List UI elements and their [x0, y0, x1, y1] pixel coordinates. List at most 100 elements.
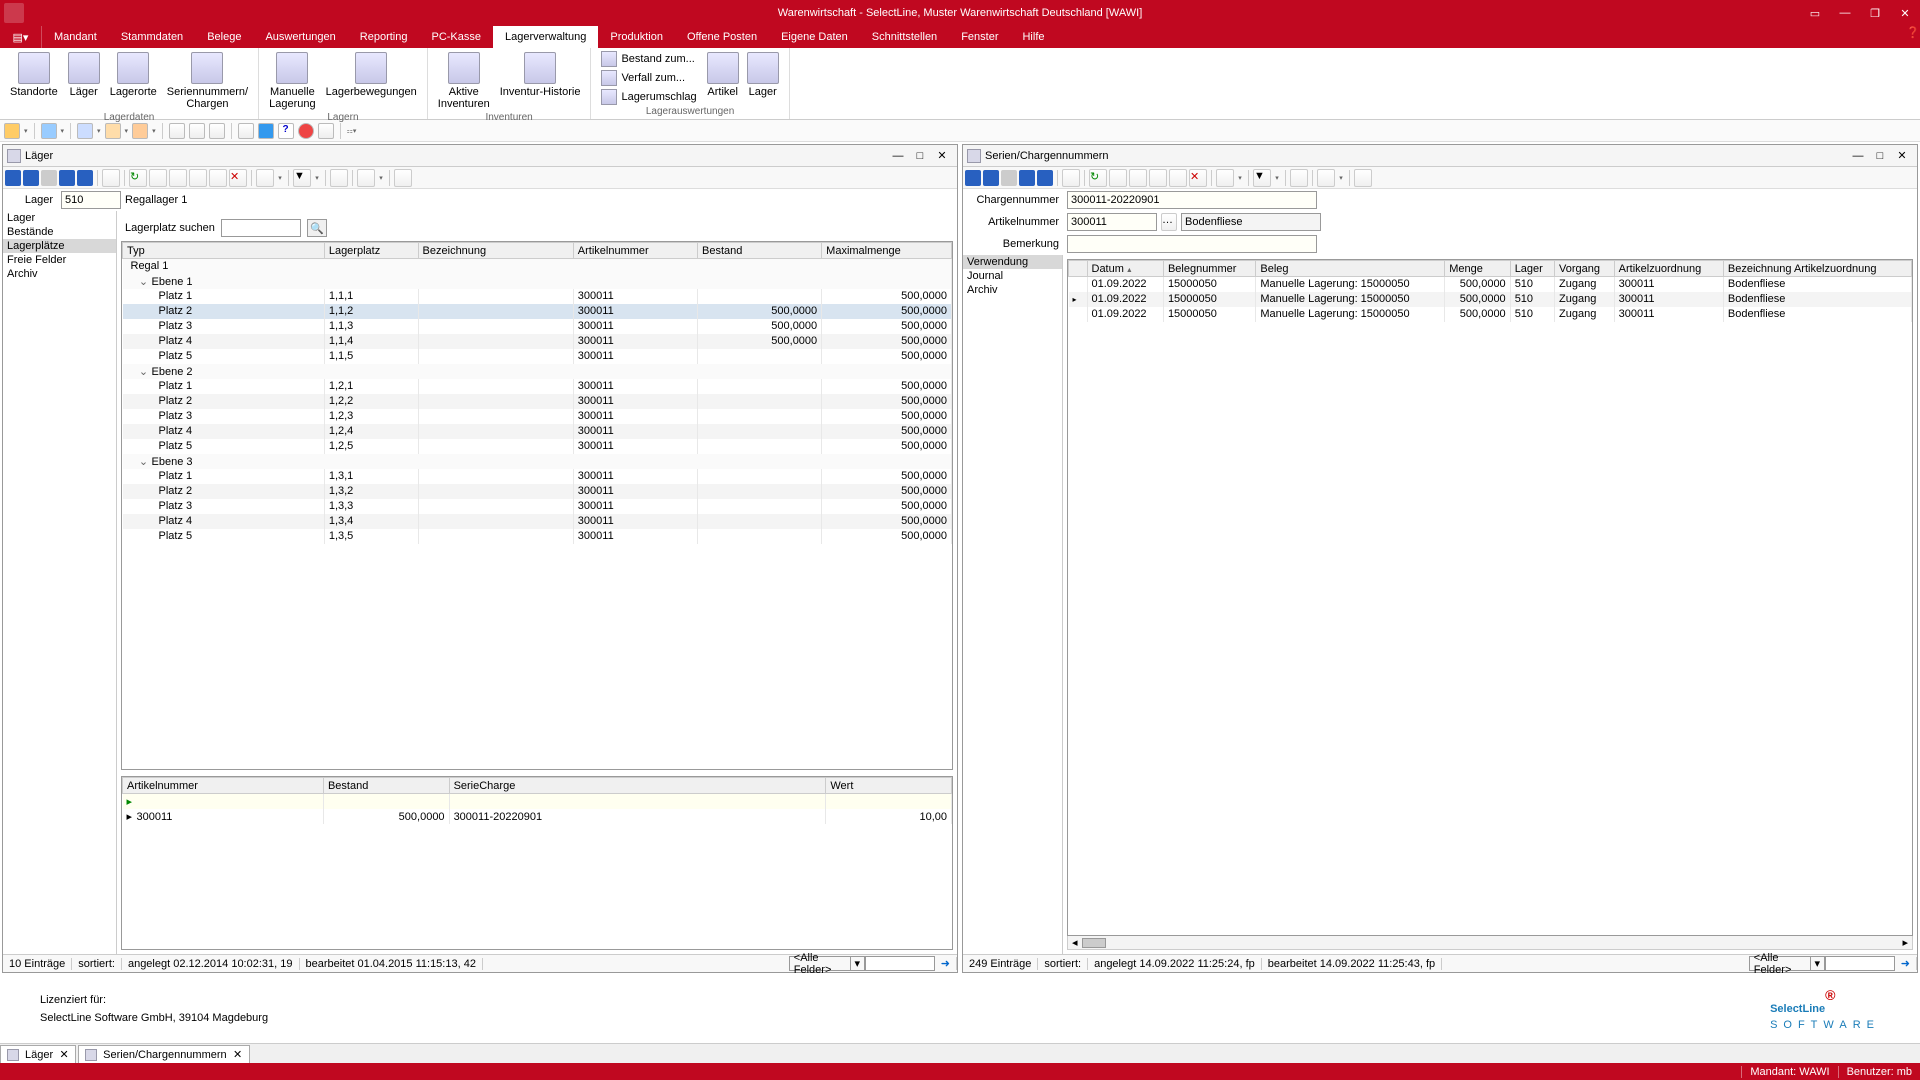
tab-close-icon[interactable]: ✕	[59, 1048, 69, 1061]
verwendung-grid[interactable]: DatumBelegnummerBelegMengeLagerVorgangAr…	[1067, 259, 1913, 936]
menu-mandant[interactable]: Mandant	[42, 26, 109, 48]
tree-root[interactable]: Regal 1	[123, 259, 952, 274]
filter-combo[interactable]: <Alle Felder>▾	[789, 956, 865, 971]
col-header[interactable]: Bezeichnung	[418, 243, 573, 259]
col-header[interactable]: SerieCharge	[449, 778, 826, 794]
table-view-button[interactable]	[1062, 169, 1080, 187]
table-row[interactable]: Platz 21,2,2300011500,0000	[123, 394, 952, 409]
menu-schnittstellen[interactable]: Schnittstellen	[860, 26, 949, 48]
tree-group[interactable]: ⌄ Ebene 1	[123, 274, 952, 289]
search-input[interactable]	[221, 219, 301, 237]
h-scrollbar[interactable]: ◂ ▸	[1067, 936, 1913, 950]
search-button[interactable]: 🔍	[307, 219, 327, 237]
filter-input[interactable]	[1825, 956, 1895, 971]
menu-offene posten[interactable]: Offene Posten	[675, 26, 769, 48]
qat-stop-icon[interactable]	[298, 123, 314, 139]
col-header[interactable]: Menge	[1445, 261, 1510, 277]
nav-next-button[interactable]	[1019, 170, 1035, 186]
table-row[interactable]: Platz 11,3,1300011500,0000	[123, 469, 952, 484]
artikelnummer-input[interactable]	[1067, 213, 1157, 231]
minimize-button[interactable]: —	[1830, 0, 1860, 26]
menu-auswertungen[interactable]: Auswertungen	[253, 26, 347, 48]
dropdown-icon[interactable]	[313, 169, 321, 187]
settings-button[interactable]	[330, 169, 348, 187]
menu-eigene daten[interactable]: Eigene Daten	[769, 26, 860, 48]
qat-button[interactable]	[209, 123, 225, 139]
pin-button[interactable]	[256, 169, 274, 187]
tool-button[interactable]	[209, 169, 227, 187]
settings-button[interactable]	[1290, 169, 1308, 187]
table-row[interactable]: 01.09.202215000050Manuelle Lagerung: 150…	[1069, 307, 1912, 322]
ribbon-manuelle[interactable]: ManuelleLagerung	[265, 50, 320, 112]
table-row[interactable]: Platz 11,2,1300011500,0000	[123, 379, 952, 394]
window-tab[interactable]: Serien/Chargennummern✕	[78, 1045, 250, 1063]
menu-pc-kasse[interactable]: PC-Kasse	[419, 26, 493, 48]
col-header[interactable]: Beleg	[1256, 261, 1445, 277]
menu-produktion[interactable]: Produktion	[598, 26, 675, 48]
col-header[interactable]: Lagerplatz	[324, 243, 418, 259]
chargennummer-input[interactable]	[1067, 191, 1317, 209]
save-button[interactable]	[189, 169, 207, 187]
nav-prev-button[interactable]	[23, 170, 39, 186]
filter-button[interactable]: ▼	[293, 169, 311, 187]
ribbon-seriennummern[interactable]: Seriennummern/Chargen	[163, 50, 252, 112]
ribbon-bestandzum[interactable]: Bestand zum...	[597, 50, 700, 68]
ribbon-aktive[interactable]: AktiveInventuren	[434, 50, 494, 112]
col-header[interactable]: Bestand	[323, 778, 449, 794]
maximize-button[interactable]: ❐	[1860, 0, 1890, 26]
go-button[interactable]: ➜	[1895, 957, 1917, 970]
help-icon[interactable]: ❓	[1906, 26, 1920, 48]
artikel-subgrid[interactable]: ArtikelnummerBestandSerieChargeWert▸▸300…	[121, 776, 953, 950]
col-header[interactable]: Wert	[826, 778, 952, 794]
ribbon-lger[interactable]: Läger	[64, 50, 104, 112]
new-button[interactable]	[149, 169, 167, 187]
table-row[interactable]: Platz 51,2,5300011500,0000	[123, 439, 952, 454]
qat-button[interactable]	[105, 123, 121, 139]
ribbon-lager[interactable]: Lager	[743, 50, 783, 106]
panel-maximize-button[interactable]: □	[1869, 147, 1891, 165]
table-row[interactable]: Platz 21,1,2300011500,0000500,0000	[123, 304, 952, 319]
ribbon-verfallzum[interactable]: Verfall zum...	[597, 69, 700, 87]
panel-minimize-button[interactable]: —	[887, 147, 909, 165]
col-header[interactable]: Belegnummer	[1163, 261, 1255, 277]
nav-freiefelder[interactable]: Freie Felder	[3, 253, 116, 267]
nav-next-button[interactable]	[59, 170, 75, 186]
ribbon-lagerbewegungen[interactable]: Lagerbewegungen	[322, 50, 421, 112]
col-header[interactable]: Artikelnummer	[123, 778, 324, 794]
col-header[interactable]: Artikelnummer	[573, 243, 697, 259]
menu-stammdaten[interactable]: Stammdaten	[109, 26, 195, 48]
tree-group[interactable]: ⌄ Ebene 3	[123, 454, 952, 469]
table-row[interactable]: 01.09.202215000050Manuelle Lagerung: 150…	[1069, 277, 1912, 292]
ribbon-toggle-icon[interactable]: ▭	[1800, 0, 1830, 26]
qat-button[interactable]	[132, 123, 148, 139]
nav-first-button[interactable]	[5, 170, 21, 186]
table-row[interactable]: Platz 21,3,2300011500,0000	[123, 484, 952, 499]
lookup-button[interactable]: …	[1161, 213, 1177, 231]
qat-help-icon[interactable]: ?	[278, 123, 294, 139]
col-header[interactable]: Bezeichnung Artikelzuordnung	[1723, 261, 1911, 277]
table-row[interactable]: ▸300011500,0000300011-2022090110,00	[123, 809, 952, 824]
ribbon-lagerumschlag[interactable]: Lagerumschlag	[597, 88, 700, 106]
delete-button[interactable]: ✕	[229, 169, 247, 187]
pin-button[interactable]	[1216, 169, 1234, 187]
ribbon-lagerorte[interactable]: Lagerorte	[106, 50, 161, 112]
tab-close-icon[interactable]: ✕	[233, 1048, 243, 1061]
refresh-button[interactable]: ↻	[1089, 169, 1107, 187]
nav-lagerplätze[interactable]: Lagerplätze	[3, 239, 116, 253]
menu-hilfe[interactable]: Hilfe	[1010, 26, 1056, 48]
close-button[interactable]: ✕	[1890, 0, 1920, 26]
file-menu-button[interactable]: ▤▾	[0, 26, 42, 48]
window-tab[interactable]: Läger✕	[0, 1045, 76, 1063]
new-button[interactable]	[1109, 169, 1127, 187]
qat-globe-icon[interactable]	[258, 123, 274, 139]
qat-button[interactable]	[189, 123, 205, 139]
dropdown-icon[interactable]	[1273, 169, 1281, 187]
nav-last-button[interactable]	[77, 170, 93, 186]
dropdown-icon[interactable]	[1337, 169, 1345, 187]
nav-lager[interactable]: Lager	[3, 211, 116, 225]
qat-button[interactable]	[238, 123, 254, 139]
dropdown-icon[interactable]	[276, 169, 284, 187]
table-row[interactable]: 01.09.202215000050Manuelle Lagerung: 150…	[1069, 292, 1912, 307]
table-row[interactable]: Platz 41,1,4300011500,0000500,0000	[123, 334, 952, 349]
qat-button[interactable]	[77, 123, 93, 139]
